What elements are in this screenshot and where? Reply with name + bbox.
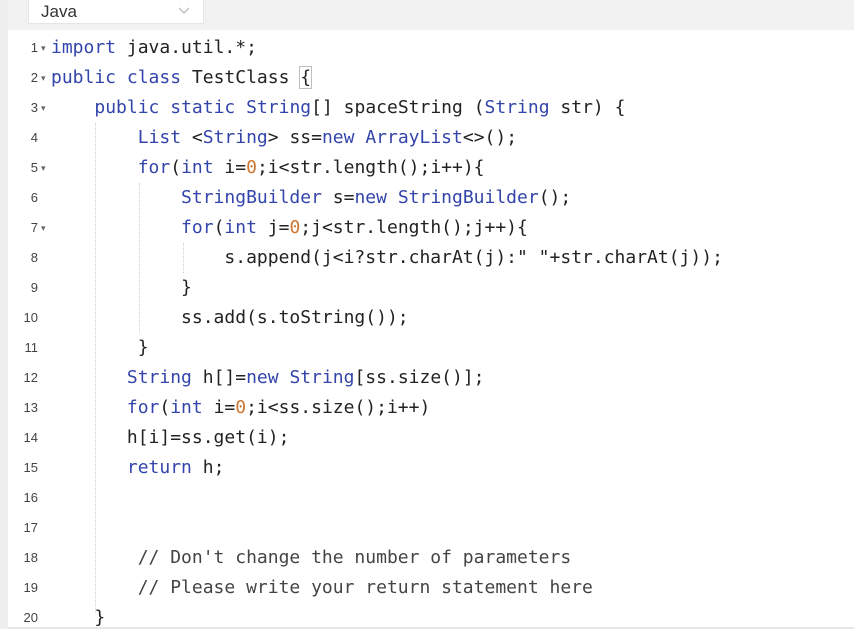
- fold-toggle-icon[interactable]: ▾: [41, 63, 46, 93]
- code-line[interactable]: 13 for(int i=0;i<ss.size();i++): [8, 393, 854, 423]
- code-text: String h[]=new String[ss.size()];: [126, 367, 485, 388]
- code-line[interactable]: 3 ▾ public static String[] spaceString (S…: [8, 93, 854, 123]
- code-line[interactable]: 1 ▾ import java.util.*;: [8, 33, 854, 63]
- line-number: 12: [23, 370, 38, 385]
- line-number: 15: [23, 460, 38, 475]
- left-border: [0, 0, 8, 629]
- line-number: 19: [23, 580, 38, 595]
- code-line[interactable]: 11 }: [8, 333, 854, 363]
- line-number: 18: [23, 550, 38, 565]
- language-select[interactable]: Java: [28, 0, 204, 24]
- line-number: 13: [23, 400, 38, 415]
- chevron-down-icon: [178, 7, 190, 15]
- line-number: 3: [30, 100, 38, 115]
- line-number: 8: [30, 250, 38, 265]
- line-number: 10: [23, 310, 38, 325]
- code-line[interactable]: 18 // Don't change the number of paramet…: [8, 543, 854, 573]
- line-number: 5: [30, 160, 38, 175]
- code-text: // Don't change the number of parameters: [51, 547, 572, 568]
- line-number: 16: [23, 490, 38, 505]
- line-number: 9: [30, 280, 38, 295]
- code-line[interactable]: 6 StringBuilder s=new StringBuilder();: [8, 183, 854, 213]
- code-line[interactable]: 19 // Please write your return statement…: [8, 573, 854, 603]
- code-text: // Please write your return statement he…: [51, 577, 593, 598]
- line-number: 4: [30, 130, 38, 145]
- code-line[interactable]: 5 ▾ for(int i=0;i<str.length();i++){: [8, 153, 854, 183]
- fold-toggle-icon[interactable]: ▾: [41, 213, 46, 243]
- code-text: return h;: [126, 457, 225, 478]
- line-number: 17: [23, 520, 38, 535]
- line-number: 6: [30, 190, 38, 205]
- line-number: 7: [30, 220, 38, 235]
- language-select-value: Java: [41, 2, 77, 21]
- code-text: }: [51, 337, 149, 358]
- code-text: StringBuilder s=new StringBuilder();: [181, 187, 572, 208]
- code-line[interactable]: 7 ▾ for(int j=0;j<str.length();j++){: [8, 213, 854, 243]
- code-line[interactable]: 2 ▾ public class TestClass {: [8, 63, 854, 93]
- code-text: }: [51, 277, 192, 298]
- code-line[interactable]: 14 h[i]=ss.get(i);: [8, 423, 854, 453]
- fold-toggle-icon[interactable]: ▾: [41, 153, 46, 183]
- fold-toggle-icon[interactable]: ▾: [41, 33, 46, 63]
- code-editor[interactable]: 1 ▾ import java.util.*; 2 ▾ public class Test…: [8, 33, 854, 629]
- line-number: 11: [24, 340, 39, 355]
- code-text: for(int i=0;i<str.length();i++){: [137, 157, 485, 178]
- code-line[interactable]: 17: [8, 513, 854, 543]
- code-line[interactable]: 16: [8, 483, 854, 513]
- fold-toggle-icon[interactable]: ▾: [41, 93, 46, 123]
- code-line[interactable]: 9 }: [8, 273, 854, 303]
- code-text: public class TestClass {: [51, 66, 313, 89]
- code-line[interactable]: 8 s.append(j<i?str.charAt(j):" "+str.cha…: [8, 243, 854, 273]
- code-text: h[i]=ss.get(i);: [51, 427, 290, 448]
- code-line[interactable]: 15 return h;: [8, 453, 854, 483]
- code-line[interactable]: 10 ss.add(s.toString());: [8, 303, 854, 333]
- code-line[interactable]: 4 List <String> ss=new ArrayList<>();: [8, 123, 854, 153]
- code-text: ss.add(s.toString());: [51, 307, 409, 328]
- code-line[interactable]: 12 String h[]=new String[ss.size()];: [8, 363, 854, 393]
- code-text: s.append(j<i?str.charAt(j):" "+str.charA…: [51, 247, 723, 268]
- code-text: import java.util.*;: [51, 37, 257, 58]
- code-text: for(int j=0;j<str.length();j++){: [181, 217, 528, 238]
- code-text: List <String> ss=new ArrayList<>();: [137, 127, 518, 148]
- line-number: 14: [23, 430, 38, 445]
- code-text: for(int i=0;i<ss.size();i++): [126, 397, 431, 418]
- line-number: 1: [30, 40, 38, 55]
- line-number: 2: [30, 70, 38, 85]
- code-text: public static String[] spaceString (Stri…: [94, 97, 626, 118]
